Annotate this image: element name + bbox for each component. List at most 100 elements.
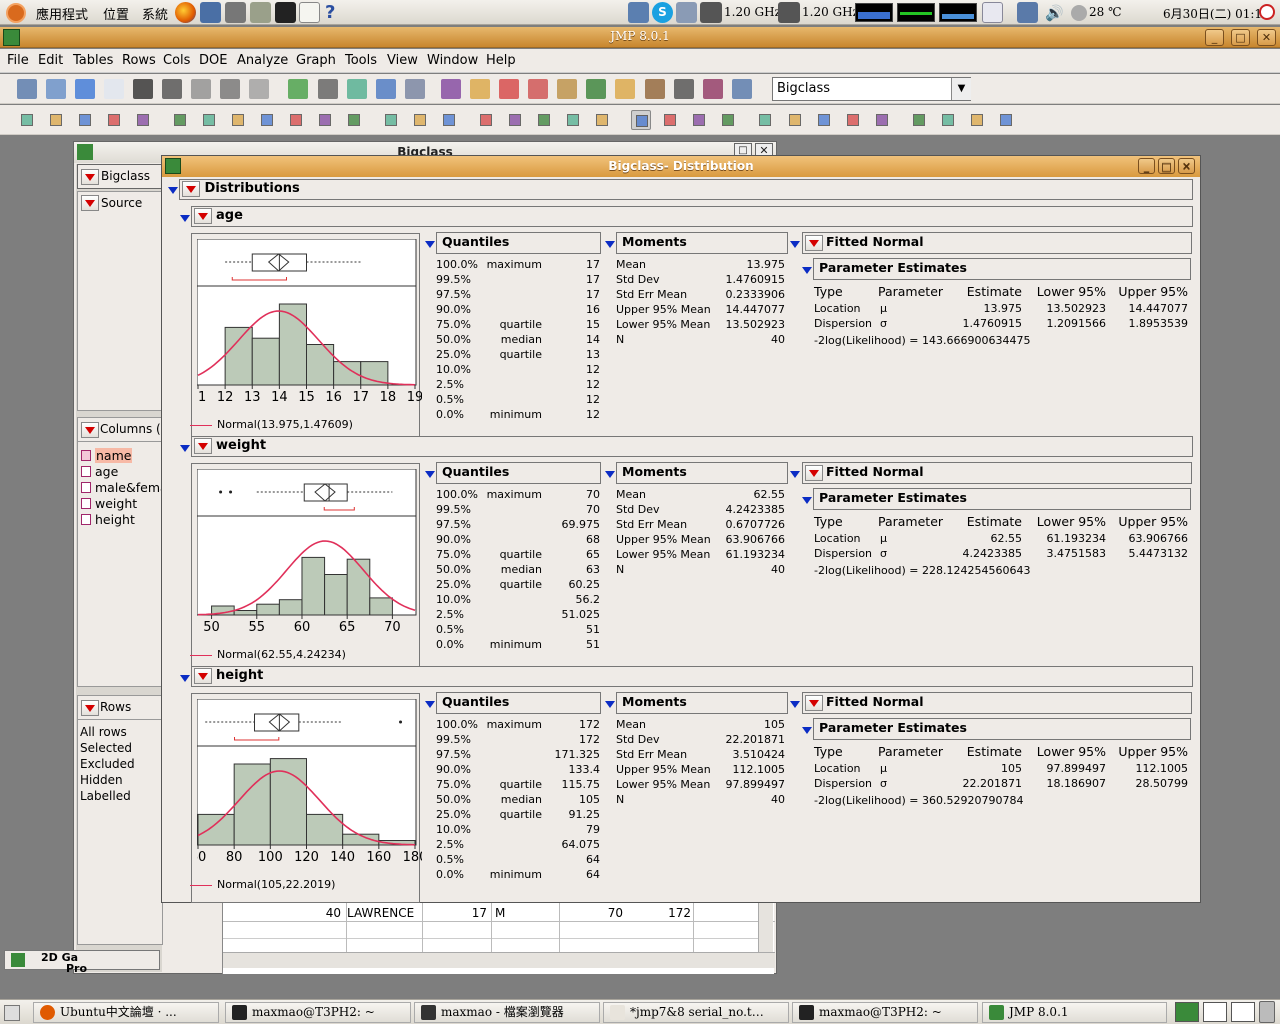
toolbar-tool-icon[interactable]	[133, 110, 153, 130]
menu-system[interactable]: 系統	[142, 4, 168, 23]
home-icon[interactable]	[299, 2, 320, 23]
maximize-button[interactable]: □	[1158, 158, 1175, 174]
red-triangle-icon[interactable]	[182, 180, 200, 197]
menu-applications[interactable]: 應用程式	[36, 4, 88, 23]
power-icon[interactable]	[1259, 4, 1275, 20]
rows-state-item[interactable]: Selected	[80, 741, 132, 755]
toolbar-tool-icon[interactable]	[104, 110, 124, 130]
column-list-item[interactable]: age	[81, 464, 118, 480]
taskbar-button[interactable]: maxmao@T3PH2: ~	[792, 1002, 978, 1023]
volume-icon[interactable]: 🔊	[1045, 4, 1064, 22]
collapse-fitted-normal[interactable]	[790, 697, 800, 711]
toolbar-tool-icon[interactable]	[257, 110, 277, 130]
menu-file[interactable]: File	[7, 53, 29, 68]
toolbar-tool-icon[interactable]	[967, 110, 987, 130]
toolbar-tool-icon[interactable]	[528, 79, 548, 99]
red-triangle-icon[interactable]	[194, 437, 212, 454]
toolbar-tool-icon[interactable]	[996, 110, 1016, 130]
collapse-quantiles[interactable]	[425, 237, 435, 251]
network-manager-icon[interactable]	[1017, 2, 1038, 23]
toolbar-tool-icon[interactable]	[586, 79, 606, 99]
collapse-moments[interactable]	[605, 237, 615, 251]
close-button[interactable]: ✕	[1178, 158, 1195, 174]
table-name-box[interactable]: Bigclass	[77, 164, 163, 189]
toolbar-tool-icon[interactable]	[410, 110, 430, 130]
red-triangle-icon[interactable]	[81, 169, 99, 185]
menu-analyze[interactable]: Analyze	[237, 53, 288, 68]
minimize-button[interactable]: _	[1205, 29, 1224, 46]
toolbar-tool-icon[interactable]	[405, 79, 425, 99]
red-triangle-icon[interactable]	[194, 207, 212, 224]
collapse-quantiles[interactable]	[425, 467, 435, 481]
toolbar-tool-icon[interactable]	[441, 79, 461, 99]
rows-state-item[interactable]: Labelled	[80, 789, 131, 803]
calculator-icon[interactable]	[250, 2, 271, 23]
toolbar-tool-icon[interactable]	[674, 79, 694, 99]
collapse-parameter-estimates[interactable]	[802, 263, 812, 277]
toolbar-tool-icon[interactable]	[318, 79, 338, 99]
toolbar-tool-icon[interactable]	[347, 79, 367, 99]
help-icon[interactable]: ?	[325, 2, 335, 23]
toolbar-tool-icon[interactable]	[17, 110, 37, 130]
toolbar-tool-icon[interactable]	[46, 79, 66, 99]
toolbar-tool-icon[interactable]	[133, 79, 153, 99]
toolbar-tool-icon[interactable]	[631, 110, 651, 130]
toolbar-tool-icon[interactable]	[909, 110, 929, 130]
firefox-icon[interactable]	[175, 2, 196, 23]
toolbar-tool-icon[interactable]	[170, 110, 190, 130]
toolbar-tool-icon[interactable]	[557, 79, 577, 99]
minimize-button[interactable]: _	[1138, 158, 1155, 174]
taskbar-button[interactable]: maxmao@T3PH2: ~	[225, 1002, 411, 1023]
red-triangle-icon[interactable]	[805, 234, 823, 251]
toolbar-tool-icon[interactable]	[286, 110, 306, 130]
toolbar-tool-icon[interactable]	[470, 79, 490, 99]
toolbar-tool-icon[interactable]	[689, 110, 709, 130]
show-desktop-icon[interactable]	[4, 1005, 20, 1021]
toolbar-tool-icon[interactable]	[732, 79, 752, 99]
collapse-moments[interactable]	[605, 467, 615, 481]
collapse-height[interactable]	[180, 671, 190, 685]
toolbar-tool-icon[interactable]	[191, 79, 211, 99]
taskbar-button[interactable]: maxmao - 檔案瀏覽器	[414, 1002, 600, 1023]
toolbar-tool-icon[interactable]	[499, 79, 519, 99]
collapse-age[interactable]	[180, 211, 190, 225]
toolbar-tool-icon[interactable]	[315, 110, 335, 130]
source-script[interactable]: Source	[101, 196, 142, 210]
toolbar-tool-icon[interactable]	[376, 79, 396, 99]
table-select[interactable]: Bigclass ▼	[772, 77, 971, 101]
toolbar-tool-icon[interactable]	[814, 110, 834, 130]
clipboard-icon[interactable]	[982, 2, 1003, 23]
close-button[interactable]: ✕	[1257, 29, 1276, 46]
horizontal-scrollbar[interactable]	[223, 952, 775, 968]
toolbar-tool-icon[interactable]	[563, 110, 583, 130]
menu-tools[interactable]: Tools	[345, 53, 377, 68]
chevron-down-icon[interactable]: ▼	[951, 78, 971, 100]
toolbar-tool-icon[interactable]	[843, 110, 863, 130]
collapse-parameter-estimates[interactable]	[802, 723, 812, 737]
toolbar-tool-icon[interactable]	[288, 79, 308, 99]
toolbar-tool-icon[interactable]	[534, 110, 554, 130]
toolbar-tool-icon[interactable]	[199, 110, 219, 130]
collapse-moments[interactable]	[605, 697, 615, 711]
red-triangle-icon[interactable]	[805, 464, 823, 481]
cell-height[interactable]: 70	[563, 906, 623, 920]
column-list-item[interactable]: name	[81, 448, 133, 464]
toolbar-tool-icon[interactable]	[75, 79, 95, 99]
pidgin-icon[interactable]	[676, 2, 697, 23]
minimized-window-2d[interactable]: 2D Ga Pro	[4, 950, 160, 975]
rows-state-item[interactable]: All rows	[80, 725, 127, 739]
toolbar-tool-icon[interactable]	[344, 110, 364, 130]
toolbar-tool-icon[interactable]	[938, 110, 958, 130]
menu-doe[interactable]: DOE	[199, 53, 227, 68]
taskbar-button[interactable]: JMP 8.0.1	[982, 1002, 1167, 1023]
toolbar-tool-icon[interactable]	[505, 110, 525, 130]
toolbar-tool-icon[interactable]	[592, 110, 612, 130]
column-list-item[interactable]: height	[81, 512, 135, 528]
terminal-icon[interactable]	[275, 2, 296, 23]
toolbar-tool-icon[interactable]	[228, 110, 248, 130]
menu-help[interactable]: Help	[486, 53, 516, 68]
collapse-distributions[interactable]	[168, 183, 178, 197]
red-triangle-icon[interactable]	[805, 694, 823, 711]
red-triangle-icon[interactable]	[81, 422, 99, 438]
file-manager-icon[interactable]	[200, 2, 221, 23]
